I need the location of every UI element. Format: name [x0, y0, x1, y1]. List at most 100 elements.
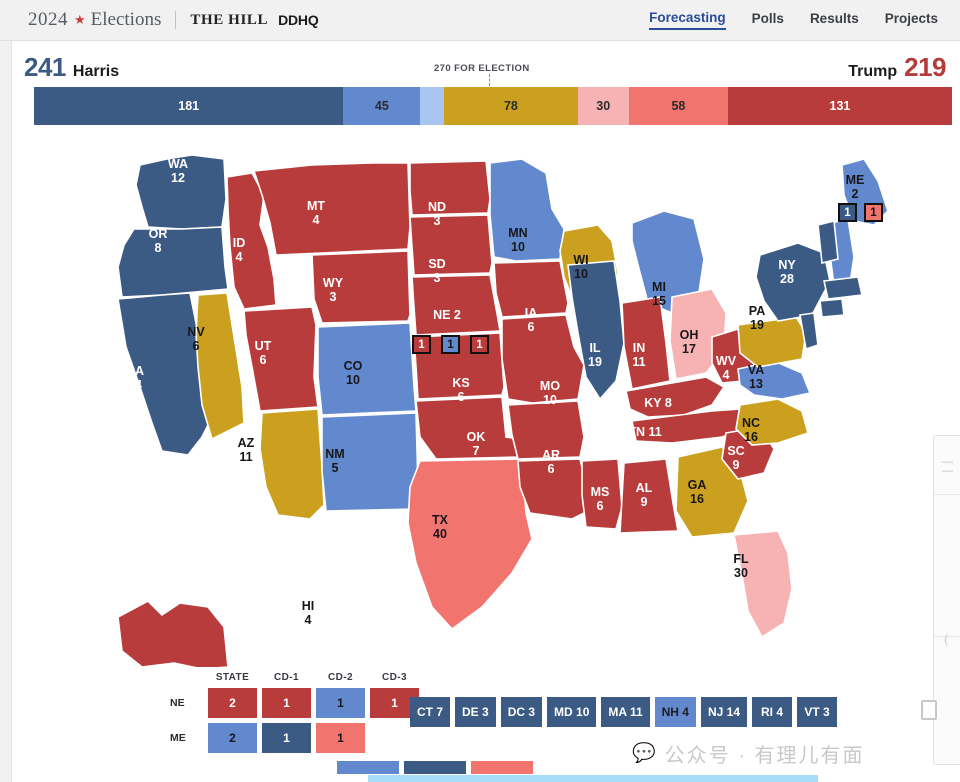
- threshold-tick: [489, 74, 490, 86]
- legend-chip-solid_dem: [404, 761, 466, 774]
- cd-row-label: ME: [170, 732, 186, 744]
- state-al[interactable]: [619, 458, 679, 534]
- state-label-pa: PA: [749, 304, 765, 318]
- safe-state-chip-nh[interactable]: NH 4: [654, 697, 696, 727]
- nav-item-polls[interactable]: Polls: [752, 11, 784, 29]
- star-icon: ★: [74, 12, 86, 27]
- cd-cell-me-2[interactable]: 1: [316, 723, 365, 753]
- electoral-map: WA 12 OR 8 CA 54 NV 6 ID 4 MT 4 WY 3 UT 6 CO 10 AZ 11 NM 5 ND 3…: [12, 137, 960, 667]
- panel-divider: [934, 494, 960, 495]
- cd-table-body: NE 2 1 1 1 ME 2 1 1: [170, 688, 424, 753]
- state-ia[interactable]: [493, 260, 569, 318]
- nav-item-projects[interactable]: Projects: [885, 11, 938, 29]
- state-wy[interactable]: [311, 250, 411, 324]
- map-cd-chip-ne-cd-1[interactable]: 1: [412, 335, 431, 354]
- safe-state-chip-nj[interactable]: NJ 14: [700, 697, 748, 727]
- safe-state-chip-ct[interactable]: CT 7: [410, 697, 451, 727]
- state-vt[interactable]: [817, 220, 839, 264]
- trump-score: Trump 219: [848, 52, 946, 83]
- trump-electoral-votes: 219: [904, 52, 946, 82]
- watermark-text: 公众号 · 有理儿有面: [664, 745, 865, 767]
- state-votes-hi: 4: [305, 613, 312, 627]
- brand-divider: [175, 11, 177, 29]
- bar-segment-solid-trump[interactable]: 131: [728, 87, 952, 125]
- bar-segment-lean-harris[interactable]: [420, 87, 445, 125]
- state-co[interactable]: [317, 322, 417, 416]
- state-ms[interactable]: [581, 458, 623, 530]
- cd-cell-ne-1[interactable]: 1: [262, 688, 311, 718]
- state-ny[interactable]: [755, 242, 831, 322]
- cd-header-state: STATE: [215, 672, 250, 683]
- state-ut[interactable]: [243, 306, 319, 412]
- safe-state-chip-de[interactable]: DE 3: [455, 697, 496, 727]
- state-mt[interactable]: [252, 162, 411, 256]
- us-map-svg[interactable]: WA12OR8CA54NV6ID4MT4WY3UT6 CO10AZ11 NM5ND3…: [12, 137, 960, 667]
- safe-state-chip-ri[interactable]: RI 4: [752, 697, 793, 727]
- state-mo[interactable]: [501, 314, 585, 404]
- legend-color-chips: [337, 761, 533, 774]
- safe-state-chip-ma[interactable]: MA 11: [601, 697, 650, 727]
- bottom-progress-strip[interactable]: [368, 775, 818, 782]
- state-ar[interactable]: [507, 400, 585, 460]
- harris-electoral-votes: 241: [24, 52, 66, 82]
- bar-segment-lean-trump[interactable]: 30: [577, 87, 629, 125]
- panel-glyph-icon: — —: [942, 456, 953, 477]
- bar-segment-solid-harris[interactable]: 181: [34, 87, 344, 125]
- brand-logo[interactable]: 2024 ★ Elections THE HILL DDHQ: [28, 9, 319, 31]
- state-votes-az: 11: [239, 450, 252, 464]
- state-or[interactable]: [117, 226, 229, 298]
- state-ma[interactable]: [823, 276, 863, 300]
- state-label-ak: AK: [158, 552, 176, 566]
- safe-state-chip-dc[interactable]: DC 3: [500, 697, 543, 727]
- side-panel-partial[interactable]: — — (: [933, 435, 960, 765]
- cd-cell-me-0[interactable]: 2: [208, 723, 257, 753]
- state-nm[interactable]: [321, 412, 419, 512]
- electoral-scoreboard: 241 Harris 270 FOR ELECTION Trump 219 18…: [12, 41, 960, 137]
- brand-elections-label: Elections: [90, 9, 162, 30]
- nav-item-forecasting[interactable]: Forecasting: [649, 10, 726, 30]
- safe-states-list: CT 7 DE 3 DC 3 MD 10 MA 11 NH 4 NJ 14 RI 4 VT 3: [410, 697, 838, 727]
- state-mn[interactable]: [489, 158, 565, 262]
- wechat-icon: 💬: [632, 743, 656, 764]
- state-tx[interactable]: [407, 458, 533, 631]
- safe-state-chip-vt[interactable]: VT 3: [797, 697, 838, 727]
- cd-header-cd-1: CD-1: [274, 672, 299, 683]
- cd-row-me: ME 2 1 1: [170, 723, 424, 753]
- cd-header-cd-3: CD-3: [382, 672, 407, 683]
- cd-cell-ne-2[interactable]: 1: [316, 688, 365, 718]
- nav-item-results[interactable]: Results: [810, 11, 859, 29]
- bar-segment-likely-trump[interactable]: 58: [628, 87, 728, 125]
- panel-tab-icon[interactable]: [921, 700, 937, 720]
- legend-chip-likely_gop: [471, 761, 533, 774]
- map-cd-chip-me-cd-1[interactable]: 1: [838, 203, 857, 222]
- bar-segment-toss-up[interactable]: 78: [444, 87, 578, 125]
- state-sd[interactable]: [409, 214, 493, 276]
- state-in[interactable]: [621, 296, 671, 390]
- state-nc[interactable]: [735, 398, 809, 446]
- publisher-logo: THE HILL: [190, 11, 269, 28]
- state-wa[interactable]: [135, 154, 227, 230]
- map-cd-chip-ne-cd-3[interactable]: 1: [470, 335, 489, 354]
- congressional-district-table: STATE CD-1 CD-2 CD-3 NE 2 1 1 1 ME 2 1 1: [170, 672, 424, 753]
- state-ne[interactable]: [411, 274, 501, 336]
- state-va[interactable]: [737, 360, 812, 400]
- state-ok[interactable]: [415, 396, 523, 460]
- state-label-la: LA: [549, 519, 566, 533]
- panel-glyph-icon-2: (: [944, 632, 948, 646]
- threshold-label: 270 FOR ELECTION: [434, 63, 530, 74]
- cd-cell-ne-0[interactable]: 2: [208, 688, 257, 718]
- state-shapes: [117, 154, 889, 667]
- state-ct[interactable]: [819, 298, 845, 318]
- map-cd-chip-me-cd-2[interactable]: 1: [864, 203, 883, 222]
- map-cd-chip-ne-cd-2[interactable]: 1: [441, 335, 460, 354]
- main-navigation: Forecasting Polls Results Projects: [649, 10, 938, 30]
- state-fl[interactable]: [733, 530, 793, 639]
- cd-cell-me-1[interactable]: 1: [262, 723, 311, 753]
- safe-state-chip-md[interactable]: MD 10: [547, 697, 597, 727]
- state-az[interactable]: [259, 408, 325, 520]
- state-ak[interactable]: [117, 600, 229, 667]
- state-pa[interactable]: [737, 316, 807, 368]
- bar-segment-likely-harris[interactable]: 45: [343, 87, 421, 125]
- state-nd[interactable]: [409, 160, 491, 216]
- legend-chip-likely_dem: [337, 761, 399, 774]
